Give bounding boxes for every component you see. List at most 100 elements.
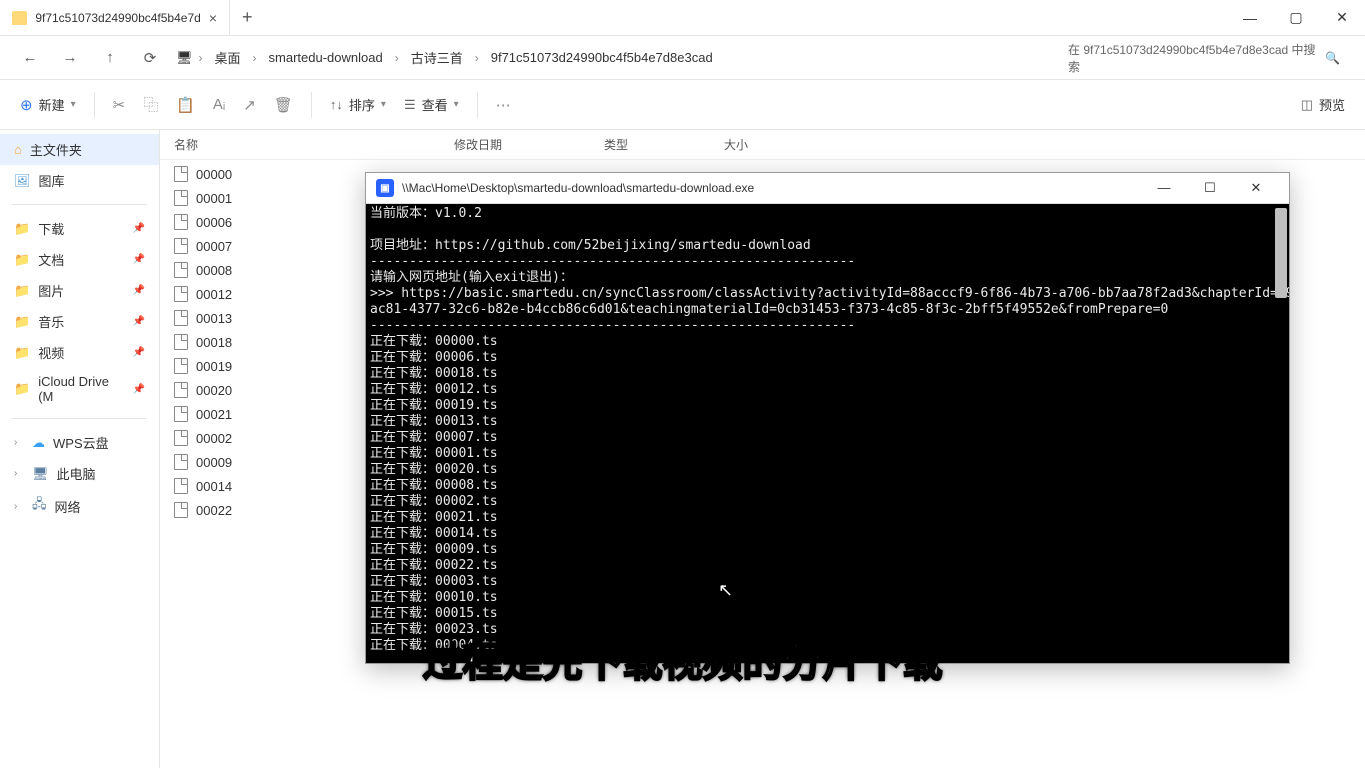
- file-icon: [174, 166, 188, 182]
- new-button[interactable]: ⊕新建 ▾: [20, 95, 76, 114]
- file-icon: [174, 286, 188, 302]
- file-name: 00009: [196, 455, 232, 470]
- breadcrumb-item[interactable]: 桌面: [209, 46, 247, 69]
- sidebar-item-videos[interactable]: 📁视频📌: [0, 337, 159, 368]
- pin-icon: 📌: [133, 223, 145, 234]
- delete-icon[interactable]: 🗑: [274, 96, 293, 114]
- file-icon: [174, 478, 188, 494]
- terminal-body[interactable]: 当前版本：v1.0.2 项目地址：https://github.com/52be…: [366, 204, 1289, 663]
- file-name: 00021: [196, 407, 232, 422]
- window-titlebar: 9f71c51073d24990bc4f5b4e7d × + — ▢ ✕: [0, 0, 1365, 36]
- sidebar-item-pictures[interactable]: 📁图片📌: [0, 275, 159, 306]
- paste-icon[interactable]: 📋: [176, 96, 195, 114]
- sidebar-item-documents[interactable]: 📁文档📌: [0, 244, 159, 275]
- view-button[interactable]: ☰ 查看 ▾: [404, 95, 459, 114]
- tab-folder[interactable]: 9f71c51073d24990bc4f5b4e7d ×: [0, 0, 230, 35]
- up-button[interactable]: ↑: [96, 44, 124, 72]
- cut-icon[interactable]: ✂: [113, 96, 126, 114]
- column-size[interactable]: 大小: [724, 136, 824, 153]
- file-name: 00022: [196, 503, 232, 518]
- tab-title: 9f71c51073d24990bc4f5b4e7d: [35, 11, 201, 25]
- file-icon: [174, 310, 188, 326]
- file-icon: [174, 238, 188, 254]
- more-icon[interactable]: ⋯: [496, 96, 511, 114]
- folder-icon: 📁: [14, 252, 30, 268]
- preview-button[interactable]: ◫ 预览: [1301, 95, 1345, 114]
- app-icon: ▣: [376, 179, 394, 197]
- search-placeholder: 在 9f71c51073d24990bc4f5b4e7d8e3cad 中搜索: [1068, 41, 1319, 75]
- column-name[interactable]: 名称: [174, 136, 454, 153]
- pin-icon: 📌: [133, 384, 145, 395]
- folder-icon: 📁: [14, 381, 30, 397]
- scrollbar-thumb[interactable]: [1275, 208, 1287, 298]
- rename-icon[interactable]: Aᵢ: [213, 96, 225, 113]
- refresh-button[interactable]: ⟳: [136, 44, 164, 72]
- terminal-titlebar[interactable]: ▣ \\Mac\Home\Desktop\smartedu-download\s…: [366, 173, 1289, 204]
- gallery-icon: 🖼: [14, 173, 31, 189]
- chevron-right-icon: ›: [475, 51, 479, 65]
- pin-icon: 📌: [133, 347, 145, 358]
- sidebar: ⌂主文件夹 🖼图库 📁下载📌 📁文档📌 📁图片📌 📁音乐📌 📁视频📌 📁iClo…: [0, 130, 160, 768]
- file-icon: [174, 430, 188, 446]
- file-icon: [174, 334, 188, 350]
- terminal-close-button[interactable]: ✕: [1233, 180, 1279, 196]
- sidebar-item-downloads[interactable]: 📁下载📌: [0, 213, 159, 244]
- back-button[interactable]: ←: [16, 44, 44, 72]
- forward-button[interactable]: →: [56, 44, 84, 72]
- breadcrumb-item[interactable]: smartedu-download: [263, 48, 389, 67]
- column-date[interactable]: 修改日期: [454, 136, 604, 153]
- column-type[interactable]: 类型: [604, 136, 724, 153]
- terminal-maximize-button[interactable]: ☐: [1187, 180, 1233, 196]
- file-icon: [174, 502, 188, 518]
- breadcrumb[interactable]: 🖥 › 桌面 › smartedu-download › 古诗三首 › 9f71…: [176, 46, 1047, 69]
- file-name: 00019: [196, 359, 232, 374]
- close-window-button[interactable]: ✕: [1319, 0, 1365, 36]
- sidebar-item-network[interactable]: ›🖧网络: [0, 489, 159, 523]
- chevron-right-icon: ›: [395, 51, 399, 65]
- window-controls: — ▢ ✕: [1227, 0, 1365, 36]
- file-name: 00006: [196, 215, 232, 230]
- breadcrumb-item[interactable]: 古诗三首: [405, 46, 469, 69]
- column-header-row: 名称 修改日期 类型 大小: [160, 130, 1365, 160]
- file-name: 00007: [196, 239, 232, 254]
- network-icon: 🖧: [32, 495, 47, 517]
- sidebar-item-thispc[interactable]: ›🖥此电脑: [0, 458, 159, 489]
- folder-icon: 📁: [14, 345, 30, 361]
- chevron-right-icon: ›: [14, 501, 24, 512]
- share-icon[interactable]: ↗: [243, 96, 256, 114]
- folder-icon: 📁: [14, 283, 30, 299]
- file-name: 00008: [196, 263, 232, 278]
- minimize-button[interactable]: —: [1227, 0, 1273, 36]
- terminal-window[interactable]: ▣ \\Mac\Home\Desktop\smartedu-download\s…: [365, 172, 1290, 664]
- terminal-window-controls: — ☐ ✕: [1141, 180, 1279, 196]
- file-name: 00002: [196, 431, 232, 446]
- search-box[interactable]: 在 9f71c51073d24990bc4f5b4e7d8e3cad 中搜索 🔍: [1059, 36, 1349, 80]
- folder-icon: 📁: [14, 314, 30, 330]
- pin-icon: 📌: [133, 316, 145, 327]
- sidebar-item-home[interactable]: ⌂主文件夹: [0, 134, 159, 165]
- sidebar-item-icloud[interactable]: 📁iCloud Drive (M📌: [0, 368, 159, 410]
- cloud-icon: ☁: [32, 435, 45, 451]
- breadcrumb-item[interactable]: 9f71c51073d24990bc4f5b4e7d8e3cad: [485, 48, 719, 67]
- search-icon: 🔍: [1325, 51, 1340, 65]
- sidebar-item-music[interactable]: 📁音乐📌: [0, 306, 159, 337]
- pin-icon: 📌: [133, 254, 145, 265]
- file-icon: [174, 190, 188, 206]
- close-icon[interactable]: ×: [209, 10, 217, 26]
- sidebar-item-wps[interactable]: ›☁WPS云盘: [0, 427, 159, 458]
- sort-button[interactable]: ↑↓ 排序 ▾: [330, 95, 386, 114]
- file-icon: [174, 406, 188, 422]
- file-name: 00020: [196, 383, 232, 398]
- terminal-minimize-button[interactable]: —: [1141, 180, 1187, 196]
- file-name: 00013: [196, 311, 232, 326]
- sidebar-item-gallery[interactable]: 🖼图库: [0, 165, 159, 196]
- pin-icon: 📌: [133, 285, 145, 296]
- new-tab-button[interactable]: +: [230, 7, 265, 28]
- maximize-button[interactable]: ▢: [1273, 0, 1319, 36]
- pc-icon: 🖥: [32, 466, 49, 482]
- file-name: 00000: [196, 167, 232, 182]
- chevron-right-icon: ›: [14, 437, 24, 448]
- folder-icon: 📁: [14, 221, 30, 237]
- copy-icon[interactable]: ⿻: [143, 94, 158, 115]
- file-name: 00018: [196, 335, 232, 350]
